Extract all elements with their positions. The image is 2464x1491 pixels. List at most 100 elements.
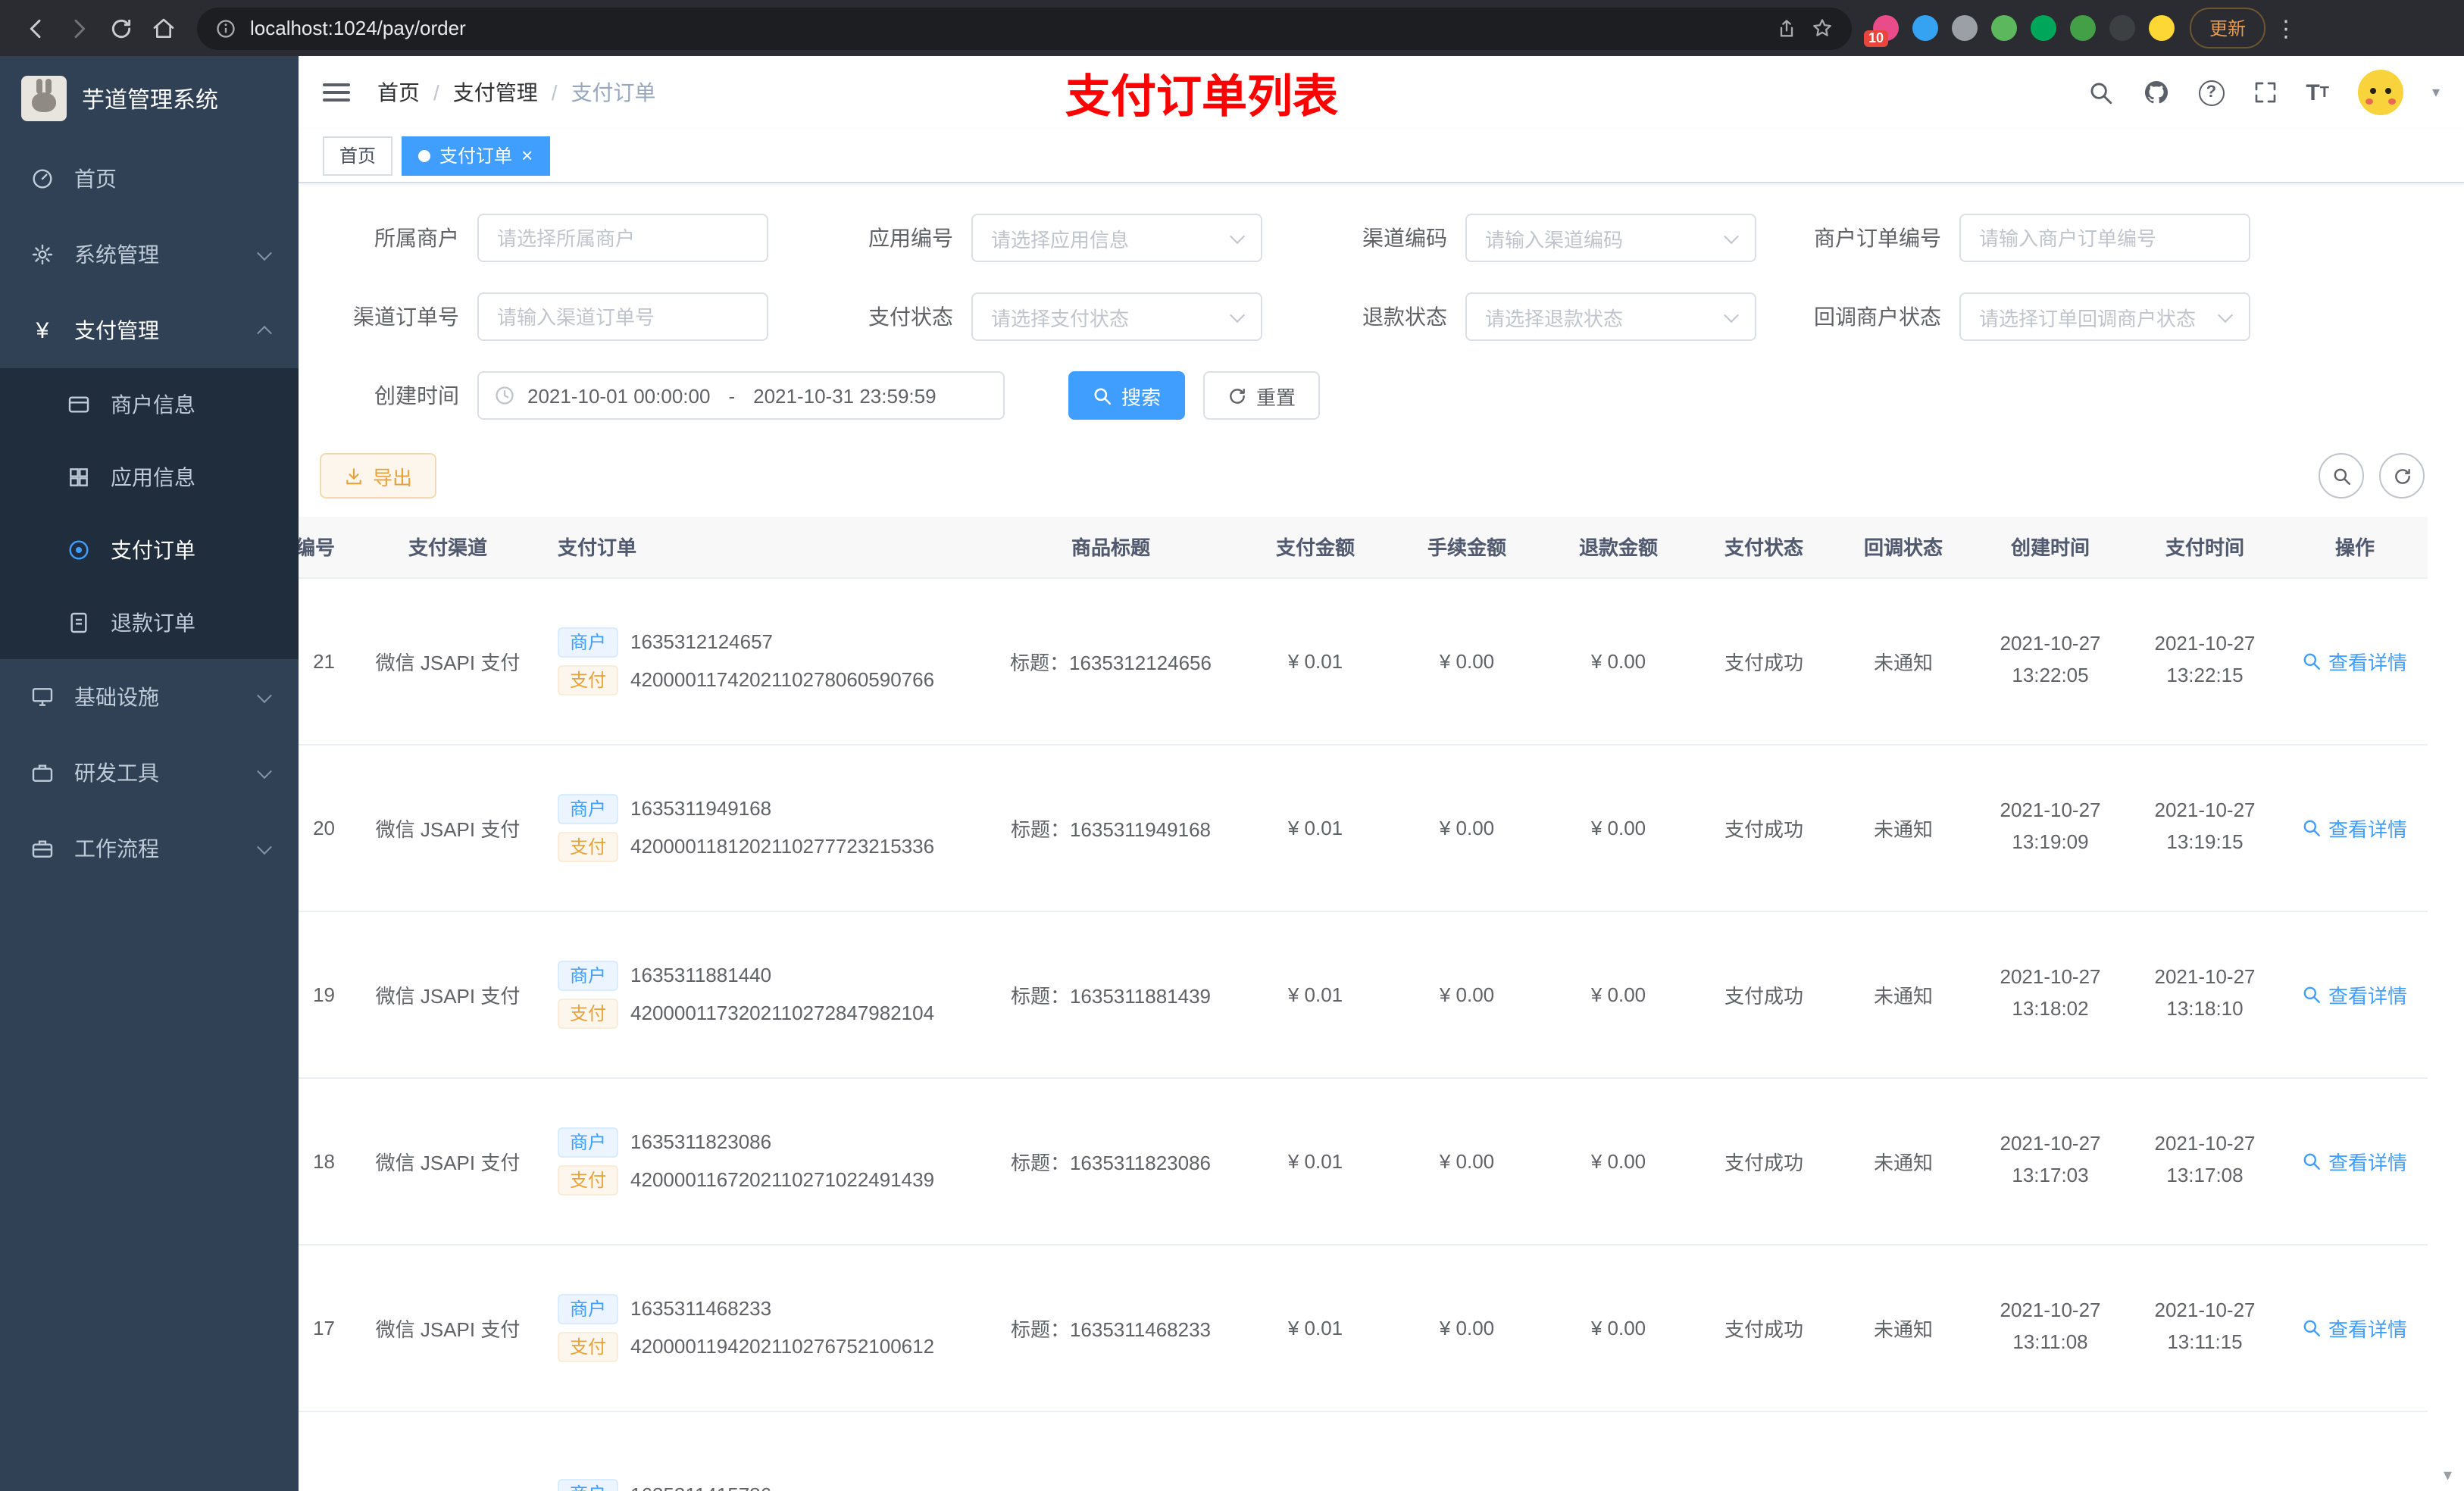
sidebar-item-system[interactable]: 系统管理 [0, 217, 299, 292]
sidebar-item-pay[interactable]: ¥ 支付管理 [0, 292, 299, 368]
sidebar-item-app-info[interactable]: 应用信息 [0, 441, 299, 514]
extension-icon[interactable] [2031, 15, 2056, 41]
breadcrumb-current: 支付订单 [571, 80, 656, 105]
sidebar-item-refund-order[interactable]: 退款订单 [0, 586, 299, 659]
sidebar-item-devtools[interactable]: 研发工具 [0, 735, 299, 811]
chevron-down-icon[interactable]: ▾ [2432, 84, 2440, 101]
bookmark-star-icon[interactable] [1811, 17, 1834, 39]
avatar[interactable] [2357, 70, 2403, 115]
search-icon[interactable] [2087, 80, 2113, 105]
view-detail-link[interactable]: 查看详情 [2303, 646, 2407, 675]
font-size-icon[interactable]: TT [2306, 80, 2329, 105]
cell-pay-time: 2021-10-27 13:18:10 [2128, 911, 2282, 1078]
cell-id: 17 [299, 1244, 353, 1411]
cell-pay-order: 商户 1635311949168 支付 42000011812021102777232… [543, 744, 982, 911]
pay-order-line: 支付 4200001167202110271022491439 [558, 1164, 970, 1195]
table-row: 商户 1635311415786 [299, 1411, 2428, 1491]
filter-select[interactable]: 请选择支付状态 [971, 292, 1262, 341]
chevron-up-icon [257, 324, 272, 340]
url-text: localhost:1024/pay/order [250, 17, 466, 39]
extension-icon[interactable] [2109, 15, 2135, 41]
address-bar[interactable]: localhost:1024/pay/order [197, 7, 1852, 49]
column-header: 编号 [299, 517, 353, 578]
filter-label: 渠道订单号 [353, 305, 459, 329]
cell-pay-time: 2021-10-27 13:22:15 [2128, 577, 2282, 745]
order-number: 1635312124657 [630, 630, 774, 653]
cell-channel: 微信 JSAPI 支付 [353, 577, 543, 745]
browser-menu-icon[interactable]: ⋮ [2265, 14, 2306, 42]
filter-input[interactable] [1959, 214, 2250, 262]
forward-button[interactable] [58, 7, 100, 49]
cell-refund-amount: ¥ 0.00 [1543, 911, 1694, 1078]
refresh-button[interactable] [2379, 453, 2425, 499]
home-button[interactable] [142, 7, 185, 49]
fullscreen-icon[interactable] [2253, 80, 2277, 105]
extension-icon[interactable] [2070, 15, 2096, 41]
export-button[interactable]: 导出 [320, 453, 437, 499]
cell-refund-amount: ¥ 0.00 [1543, 1077, 1694, 1245]
select-placeholder: 请选择应用信息 [991, 228, 1130, 251]
filter-field: 渠道订单号 [320, 292, 768, 341]
cell-id: 20 [299, 744, 353, 911]
reload-button[interactable] [100, 7, 142, 49]
page-annotation-title: 支付订单列表 [1065, 73, 1338, 123]
sidebar-item-pay-order[interactable]: 支付订单 [0, 514, 299, 586]
breadcrumb-home[interactable]: 首页 [377, 77, 420, 108]
sidebar-item-home[interactable]: 首页 [0, 141, 299, 217]
back-button[interactable] [15, 7, 58, 49]
sidebar-item-workflow[interactable]: 工作流程 [0, 811, 299, 886]
search-button[interactable]: 搜索 [1068, 371, 1186, 420]
site-info-icon[interactable] [215, 17, 236, 39]
reset-button[interactable]: 重置 [1203, 371, 1321, 420]
extension-icon[interactable] [2149, 15, 2175, 41]
sidebar-item-infra[interactable]: 基础设施 [0, 659, 299, 735]
filter-select[interactable]: 请选择退款状态 [1465, 292, 1756, 341]
date-range-input[interactable]: 2021-10-01 00:00:00 - 2021-10-31 23:59:5… [477, 371, 1005, 420]
breadcrumb-pay[interactable]: 支付管理 [453, 77, 538, 108]
order-number: 1635311881440 [630, 964, 772, 986]
collapse-menu-icon[interactable] [323, 83, 350, 102]
filter-input[interactable] [477, 292, 768, 341]
tab-home[interactable]: 首页 [323, 136, 393, 175]
select-placeholder: 请选择订单回调商户状态 [1979, 307, 2197, 330]
sidebar-item-label: 研发工具 [74, 761, 159, 785]
chevron-down-icon [257, 687, 272, 703]
filter-row: 所属商户 应用编号 请选择应用信息 渠道编码 请输入渠道编码 商户订单编号 [320, 214, 2449, 262]
filter-select[interactable]: 请输入渠道编码 [1465, 214, 1756, 262]
share-icon[interactable] [1776, 17, 1797, 39]
filter-input[interactable] [477, 214, 768, 262]
cell-pay-order: 商户 1635311881440 支付 42000011732021102728479… [543, 911, 982, 1078]
table-row: 21 微信 JSAPI 支付 商户 1635312124657 支付 4200001174… [299, 577, 2428, 745]
extension-icon[interactable] [1952, 15, 1978, 41]
pay-tag: 支付 [558, 1331, 619, 1361]
toggle-search-button[interactable] [2319, 453, 2364, 499]
close-icon[interactable]: × [521, 145, 533, 165]
cell-pay-amount: ¥ 0.01 [1240, 1077, 1391, 1245]
extension-icon[interactable] [1912, 15, 1938, 41]
content-area: 首页 / 支付管理 / 支付订单 支付订单列表 ? T T ▾ 首页 支付订单 … [299, 56, 2464, 1491]
filter-field: 渠道编码 请输入渠道编码 [1308, 214, 1756, 262]
sidebar-item-label: 支付订单 [111, 538, 195, 562]
view-detail-link[interactable]: 查看详情 [2303, 813, 2407, 842]
help-icon[interactable]: ? [2198, 80, 2225, 105]
table-header-row: 编号 支付渠道 支付订单 商品标题 支付金额 手续金额 退款金额 支付状态 回调状态 创建时间 支付… [299, 517, 2428, 578]
github-icon[interactable] [2142, 79, 2169, 106]
sidebar-item-label: 基础设施 [74, 685, 159, 709]
extension-icon[interactable]: 10 [1864, 15, 1899, 47]
column-header: 支付订单 [543, 517, 982, 578]
chevron-down-icon [1724, 228, 1739, 244]
sidebar-item-merchant-info[interactable]: 商户信息 [0, 368, 299, 441]
merchant-tag: 商户 [558, 627, 619, 657]
view-detail-link[interactable]: 查看详情 [2303, 980, 2407, 1008]
view-detail-link[interactable]: 查看详情 [2303, 1146, 2407, 1175]
view-detail-link[interactable]: 查看详情 [2303, 1313, 2407, 1342]
filter-select[interactable]: 请选择订单回调商户状态 [1959, 292, 2250, 341]
extension-icon[interactable] [1991, 15, 2017, 41]
filter-select[interactable]: 请选择应用信息 [971, 214, 1262, 262]
cell-pay-status [1694, 1411, 1834, 1491]
cell-channel: 微信 JSAPI 支付 [353, 1244, 543, 1411]
order-number: 1635311468233 [630, 1297, 772, 1320]
update-button[interactable]: 更新 [2190, 8, 2266, 48]
sidebar-item-label: 支付管理 [74, 318, 159, 342]
tab-pay-order[interactable]: 支付订单 × [402, 136, 550, 175]
